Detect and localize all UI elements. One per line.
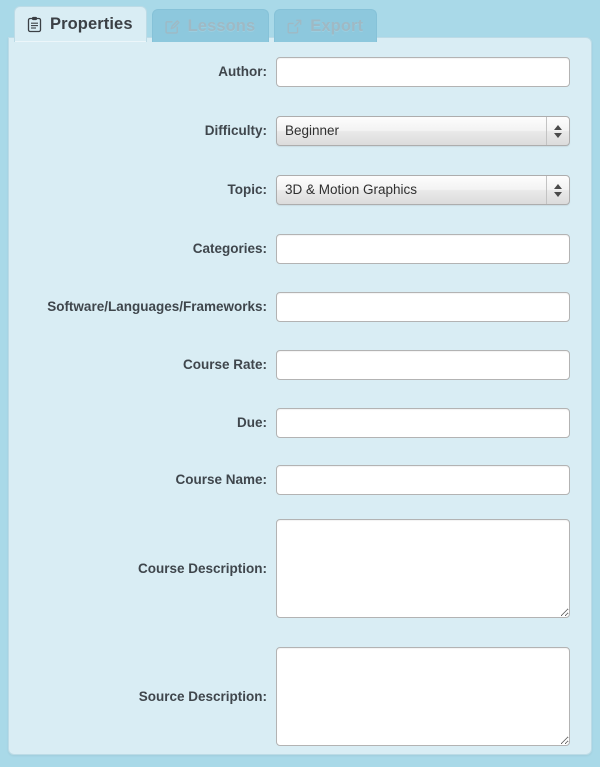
label-due: Due:: [237, 415, 267, 430]
control-categories: [276, 234, 591, 264]
label-difficulty: Difficulty:: [204, 123, 267, 138]
author-input[interactable]: [276, 57, 570, 87]
control-source-description: [276, 647, 591, 746]
control-author: [276, 57, 591, 87]
source-description-textarea[interactable]: [276, 647, 570, 746]
label-topic: Topic:: [227, 182, 268, 197]
topic-select-value: 3D & Motion Graphics: [285, 182, 418, 197]
tab-properties[interactable]: Properties: [14, 6, 147, 42]
properties-panel-window: Properties Lessons Export Author: Diffic…: [0, 0, 600, 767]
field-row-difficulty: Difficulty: Beginner: [9, 116, 591, 146]
course-description-textarea[interactable]: [276, 519, 570, 618]
control-software-languages-frameworks: [276, 292, 591, 322]
external-link-icon: [286, 18, 303, 35]
clipboard-icon: [26, 16, 43, 33]
field-row-source-description: Source Description:: [9, 647, 591, 746]
field-row-categories: Categories:: [9, 234, 591, 264]
tab-lessons[interactable]: Lessons: [151, 9, 270, 42]
edit-square-icon: [164, 18, 181, 35]
control-topic: 3D & Motion Graphics: [276, 175, 591, 205]
control-due: [276, 408, 591, 438]
field-row-software-languages-frameworks: Software/Languages/Frameworks:: [9, 292, 591, 322]
field-row-author: Author:: [9, 57, 591, 87]
software-languages-frameworks-input[interactable]: [276, 292, 570, 322]
control-course-name: [276, 465, 591, 495]
tab-export-label: Export: [310, 16, 364, 35]
control-difficulty: Beginner: [276, 116, 591, 146]
field-row-topic: Topic: 3D & Motion Graphics: [9, 175, 591, 205]
label-categories: Categories:: [192, 241, 267, 256]
due-input[interactable]: [276, 408, 570, 438]
categories-input[interactable]: [276, 234, 570, 264]
difficulty-select-value: Beginner: [285, 123, 340, 138]
field-row-course-name: Course Name:: [9, 465, 591, 495]
field-row-course-rate: Course Rate:: [9, 350, 591, 380]
control-course-rate: [276, 350, 591, 380]
control-course-description: [276, 519, 591, 618]
label-author: Author:: [218, 64, 267, 79]
tab-bar: Properties Lessons Export: [0, 0, 378, 42]
label-course-name: Course Name:: [175, 472, 267, 487]
properties-panel: Author: Difficulty: Beginner Topic: 3D &…: [8, 37, 592, 755]
tab-export[interactable]: Export: [274, 9, 378, 42]
stepper-arrows-icon[interactable]: [546, 176, 569, 204]
properties-form: Author: Difficulty: Beginner Topic: 3D &…: [9, 38, 591, 754]
label-course-description: Course Description:: [137, 561, 267, 576]
label-course-rate: Course Rate:: [182, 357, 267, 372]
course-name-input[interactable]: [276, 465, 570, 495]
course-rate-input[interactable]: [276, 350, 570, 380]
field-row-course-description: Course Description:: [9, 519, 591, 618]
label-software-languages-frameworks: Software/Languages/Frameworks:: [47, 299, 267, 314]
tab-lessons-label: Lessons: [187, 16, 256, 35]
topic-select[interactable]: 3D & Motion Graphics: [276, 175, 570, 205]
field-row-due: Due:: [9, 408, 591, 438]
difficulty-select[interactable]: Beginner: [276, 116, 570, 146]
tab-properties-label: Properties: [50, 15, 133, 33]
stepper-arrows-icon[interactable]: [546, 117, 569, 145]
label-source-description: Source Description:: [138, 689, 267, 704]
